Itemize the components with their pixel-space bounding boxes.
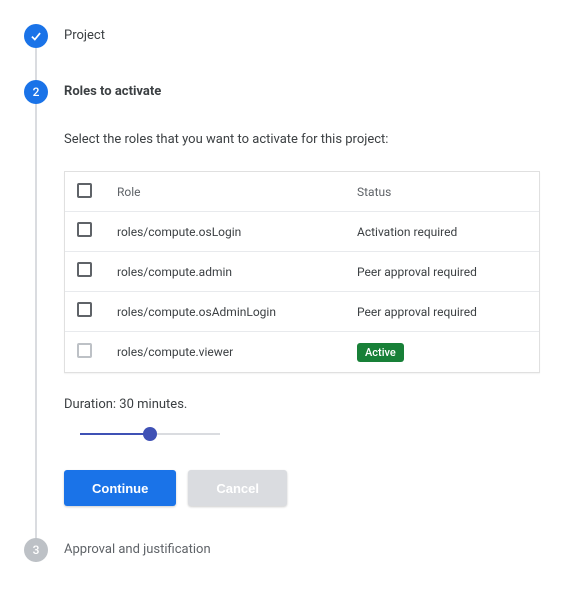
header-status: Status	[357, 185, 527, 199]
step1-title: Project	[64, 24, 540, 48]
checkbox-cell	[77, 343, 117, 362]
step3-title: Approval and justification	[64, 538, 540, 562]
header-role: Role	[117, 185, 357, 199]
roles-table: Role Status roles/compute.osLoginActivat…	[64, 171, 540, 373]
table-row: roles/compute.osAdminLoginPeer approval …	[65, 292, 539, 332]
step-roles: 2 Roles to activate Select the roles tha…	[24, 80, 540, 538]
check-icon	[29, 29, 43, 43]
table-row: roles/compute.viewerActive	[65, 332, 539, 372]
role-cell: roles/compute.osAdminLogin	[117, 305, 357, 319]
duration-label: Duration: 30 minutes.	[64, 397, 540, 412]
role-cell: roles/compute.osLogin	[117, 225, 357, 239]
status-badge: Active	[357, 343, 404, 362]
status-cell: Activation required	[357, 225, 527, 239]
checkbox-cell	[77, 222, 117, 241]
step2-indicator: 2	[24, 80, 48, 104]
header-checkbox-cell	[77, 183, 117, 201]
instruction-text: Select the roles that you want to activa…	[64, 132, 540, 147]
button-row: Continue Cancel	[64, 470, 540, 506]
checkbox-cell	[77, 302, 117, 321]
duration-slider[interactable]	[80, 426, 220, 442]
status-cell: Active	[357, 343, 527, 362]
role-cell: roles/compute.admin	[117, 265, 357, 279]
role-cell: roles/compute.viewer	[117, 345, 357, 359]
continue-button[interactable]: Continue	[64, 470, 176, 506]
row-checkbox[interactable]	[77, 302, 92, 317]
step2-body: Select the roles that you want to activa…	[64, 104, 540, 506]
checkbox-cell	[77, 262, 117, 281]
step1-indicator	[24, 24, 48, 48]
status-cell: Peer approval required	[357, 265, 527, 279]
step2-title: Roles to activate	[64, 80, 540, 104]
step-approval: 3 Approval and justification	[24, 538, 540, 562]
row-checkbox	[77, 343, 92, 358]
table-row: roles/compute.osLoginActivation required	[65, 212, 539, 252]
select-all-checkbox[interactable]	[77, 183, 92, 198]
step3-indicator: 3	[24, 538, 48, 562]
cancel-button[interactable]: Cancel	[188, 470, 287, 506]
step-project: Project	[24, 24, 540, 80]
table-row: roles/compute.adminPeer approval require…	[65, 252, 539, 292]
stepper: Project 2 Roles to activate Select the r…	[24, 24, 540, 562]
duration-section: Duration: 30 minutes.	[64, 397, 540, 442]
slider-fill	[80, 433, 150, 435]
row-checkbox[interactable]	[77, 262, 92, 277]
row-checkbox[interactable]	[77, 222, 92, 237]
step-connector	[35, 104, 37, 562]
table-header-row: Role Status	[65, 172, 539, 212]
status-cell: Peer approval required	[357, 305, 527, 319]
slider-thumb[interactable]	[143, 427, 157, 441]
